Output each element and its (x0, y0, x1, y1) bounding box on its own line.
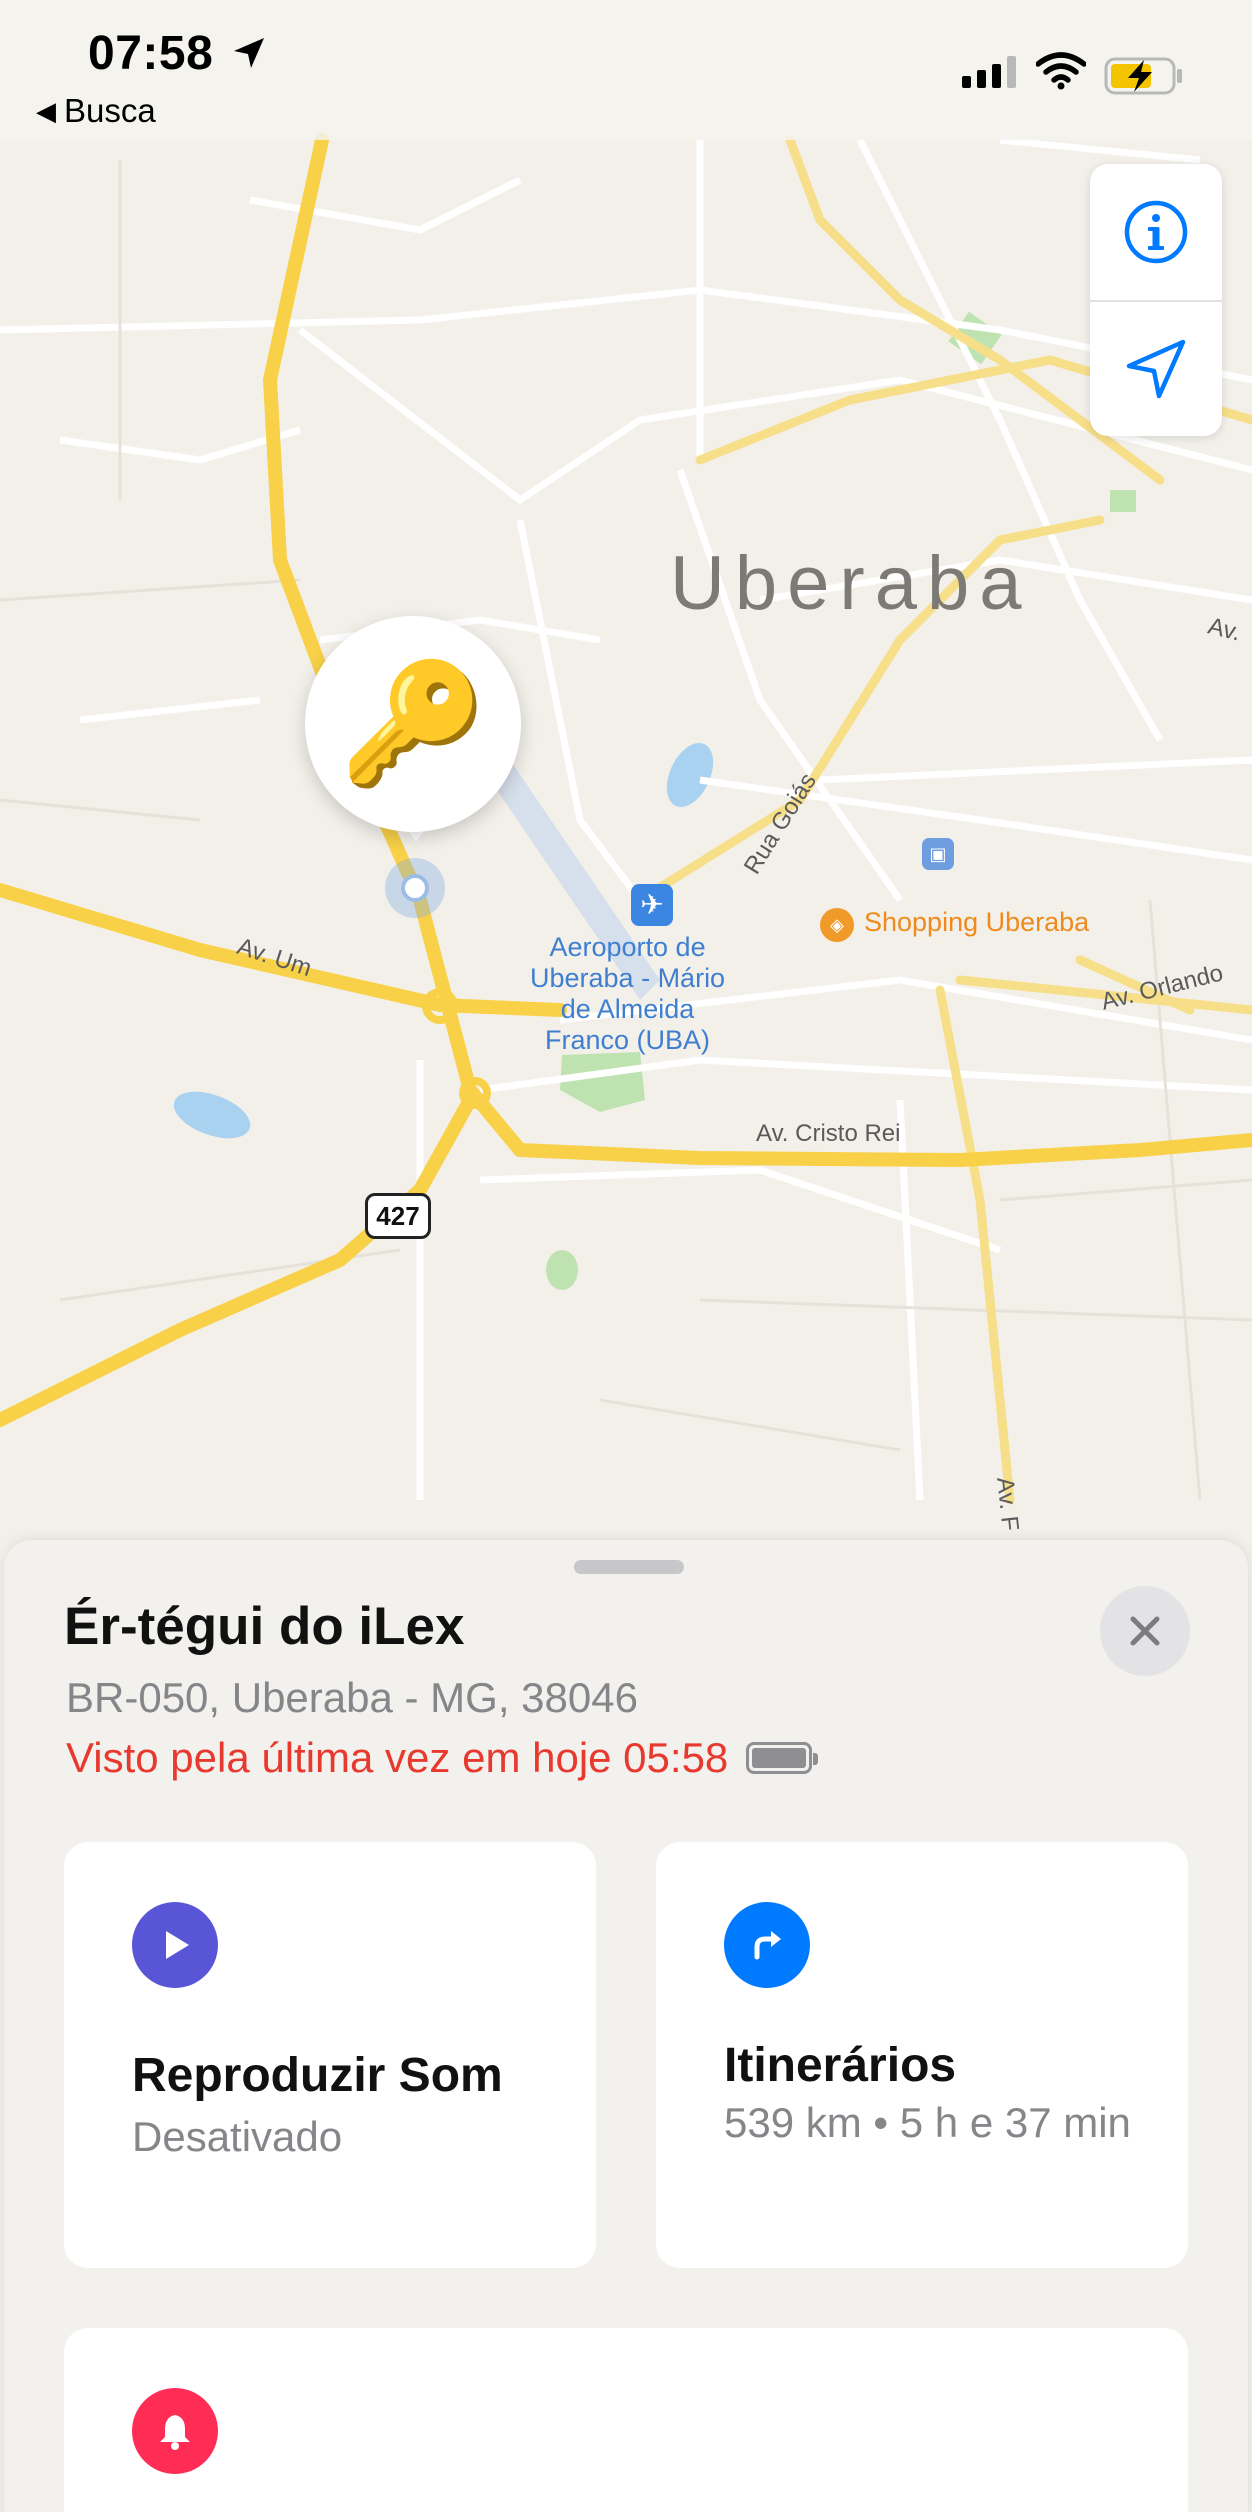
poi-shopping-label[interactable]: Shopping Uberaba (864, 907, 1089, 938)
map-info-button[interactable] (1090, 164, 1222, 300)
map-roads (0, 133, 1252, 1505)
last-seen-text: Visto pela última vez em hoje 05:58 (66, 1734, 729, 1781)
bell-icon (132, 2388, 218, 2474)
item-battery-icon (746, 1742, 819, 1774)
item-detail-sheet[interactable]: Ér-tégui do iLex BR-050, Uberaba - MG, 3… (4, 1540, 1248, 2512)
wifi-icon (1036, 52, 1086, 90)
status-bar: 07:58 ◀ Busca (0, 0, 1252, 140)
directions-card[interactable]: Itinerários 539 km • 5 h e 37 min (656, 1842, 1188, 2268)
key-icon: 🔑 (339, 658, 487, 790)
play-sound-status: Desativado (132, 2113, 343, 2160)
location-services-icon (234, 38, 264, 68)
location-arrow-icon (1126, 339, 1186, 399)
road-label-av-cristo-rei: Av. Cristo Rei (756, 1120, 901, 1147)
road-label-av-f: Av. F (991, 1475, 1024, 1533)
directions-arrow-icon (724, 1902, 810, 1988)
airport-icon[interactable]: ✈ (631, 884, 673, 926)
item-location-dot (401, 874, 429, 902)
battery-charging-icon (1104, 57, 1182, 95)
sheet-grabber[interactable] (574, 1560, 684, 1574)
back-link-label: Busca (64, 92, 156, 129)
play-icon (132, 1902, 218, 1988)
play-sound-title: Reproduzir Som (132, 2049, 503, 2102)
item-address: BR-050, Uberaba - MG, 38046 (66, 1674, 638, 1721)
map-city-label: Uberaba (670, 541, 1032, 626)
close-icon (1130, 1616, 1160, 1646)
map-view[interactable]: Uberaba Av. Um Av. Cristo Rei Av. Orland… (0, 0, 1252, 1560)
close-button[interactable] (1100, 1586, 1190, 1676)
shopping-bag-icon[interactable]: ◈ (820, 908, 854, 942)
notifications-card[interactable] (64, 2328, 1188, 2512)
back-to-search-link[interactable]: ◀ Busca (36, 92, 156, 130)
status-time: 07:58 (88, 27, 214, 80)
highway-shield: 427 (365, 1193, 431, 1239)
info-icon (1124, 200, 1188, 264)
directions-title: Itinerários (724, 2039, 957, 2092)
track-location-button[interactable] (1090, 300, 1222, 436)
poi-airport-label[interactable]: Aeroporto de Uberaba - Mário de Almeida … (530, 932, 725, 1056)
map-controls (1090, 164, 1222, 436)
item-pin[interactable]: 🔑 (305, 616, 521, 832)
bus-station-icon[interactable]: ▣ (922, 838, 954, 870)
cellular-signal-icon (962, 56, 1016, 88)
item-name: Ér-tégui do iLex (64, 1597, 465, 1656)
back-arrow-icon: ◀ (36, 95, 56, 126)
directions-detail: 539 km • 5 h e 37 min (724, 2099, 1131, 2146)
last-seen-status: Visto pela última vez em hoje 05:58 (66, 1734, 819, 1782)
play-sound-card[interactable]: Reproduzir Som Desativado (64, 1842, 596, 2268)
